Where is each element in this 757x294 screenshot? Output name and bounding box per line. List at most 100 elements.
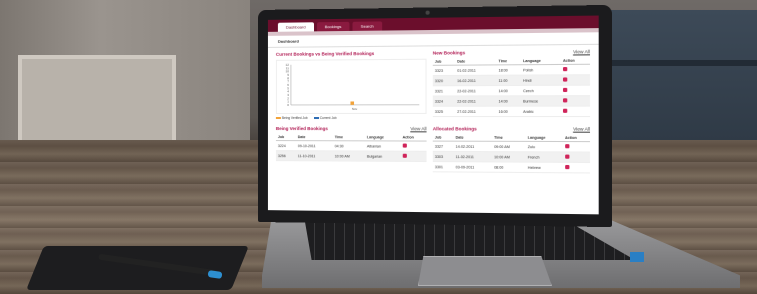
- cell-date: 14-02-2011: [453, 141, 492, 152]
- allocated-view-all-link[interactable]: View All: [573, 126, 590, 131]
- cell-job: 3256: [275, 150, 296, 161]
- table-row[interactable]: 3301 03-09-2011 08:00 Hebrew: [432, 161, 591, 173]
- windows-sticker: [630, 252, 644, 262]
- edit-icon[interactable]: [562, 87, 568, 93]
- cell-date: 22-02-2011: [455, 95, 497, 107]
- cell-job: 3301: [432, 161, 454, 172]
- edit-icon[interactable]: [562, 108, 568, 113]
- chart-legend: Being Verified Job Current Job: [275, 116, 427, 121]
- edit-icon[interactable]: [402, 153, 407, 158]
- table-row[interactable]: 3321 22-02-2011 14:00 Czech: [432, 85, 591, 97]
- chart-svg: 1211109876543210Nov: [286, 63, 430, 111]
- chart-title: Current Bookings vs Being Verified Booki…: [275, 50, 375, 57]
- col-action: Action: [560, 56, 591, 65]
- cell-language: Czech: [520, 85, 561, 96]
- cell-action: [562, 141, 591, 153]
- col-language: Language: [525, 133, 563, 142]
- cell-language: Polish: [520, 64, 561, 76]
- legend-swatch-verified: [275, 117, 281, 120]
- cell-language: Hindi: [520, 74, 561, 86]
- cell-job: 3303: [432, 151, 454, 162]
- being-verified-header: Being Verified Bookings View All: [276, 126, 427, 131]
- table-row[interactable]: 3325 27-02-2011 16:00 Arabic: [432, 106, 591, 117]
- col-action: Action: [400, 133, 427, 142]
- edit-icon[interactable]: [564, 164, 570, 170]
- being-verified-view-all-link[interactable]: View All: [410, 126, 426, 131]
- col-time: Time: [491, 133, 526, 142]
- cell-time: 11:00: [496, 75, 521, 86]
- col-job: Job: [432, 57, 456, 66]
- cell-language: Bulgarian: [364, 151, 401, 162]
- cell-time: 18:00: [496, 64, 521, 76]
- legend-label-current: Current Job: [319, 116, 337, 121]
- table-row[interactable]: 3320 16-02-2011 11:00 Hindi: [432, 74, 591, 86]
- table-row[interactable]: 3324 22-02-2011 14:00 Burmese: [432, 95, 591, 107]
- cell-job: 3325: [432, 106, 456, 117]
- edit-icon[interactable]: [562, 98, 568, 103]
- new-bookings-view-all-link[interactable]: View All: [573, 49, 590, 54]
- col-time: Time: [496, 56, 521, 65]
- col-date: Date: [453, 133, 492, 142]
- new-bookings-header: New Bookings View All: [433, 49, 590, 55]
- cell-action: [560, 74, 591, 86]
- table-row[interactable]: 3327 14-02-2011 09:00 AM Zulu: [432, 141, 591, 153]
- laptop-lid: Dashboard Bookings Search Dashboard Curr…: [258, 4, 612, 228]
- cell-action: [560, 85, 591, 96]
- col-job: Job: [275, 133, 296, 141]
- col-job: Job: [432, 133, 454, 142]
- cell-language: Zulu: [525, 141, 563, 152]
- cell-action: [400, 140, 427, 152]
- cell-date: 09-10-2011: [295, 140, 333, 151]
- cell-language: Albanian: [364, 140, 401, 152]
- legend-swatch-current: [313, 117, 319, 120]
- cell-time: 10:00 AM: [491, 151, 526, 163]
- cell-job: 3320: [432, 75, 456, 86]
- tab-dashboard[interactable]: Dashboard: [277, 22, 314, 32]
- being-verified-title: Being Verified Bookings: [275, 126, 328, 132]
- cell-action: [560, 95, 591, 107]
- cell-action: [400, 151, 427, 162]
- cell-job: 3321: [432, 85, 456, 97]
- allocated-title: Allocated Bookings: [432, 126, 477, 132]
- edit-icon[interactable]: [564, 154, 570, 159]
- cell-action: [560, 64, 591, 75]
- table-row[interactable]: 3224 09-10-2011 04:30 Albanian: [275, 140, 427, 152]
- cell-language: Arabic: [520, 106, 561, 117]
- cell-date: 01-02-2011: [455, 64, 497, 76]
- edit-icon[interactable]: [562, 67, 568, 72]
- cell-job: 3323: [432, 65, 456, 76]
- allocated-table: Job Date Time Language Action 3327 14-02…: [432, 133, 591, 173]
- col-time: Time: [332, 133, 365, 141]
- cell-language: French: [525, 151, 563, 163]
- chart-panel-title: Current Bookings vs Being Verified Booki…: [276, 51, 427, 57]
- x-tick-label: Nov: [352, 107, 358, 111]
- cell-time: 04:30: [332, 140, 365, 152]
- cell-time: 14:00: [496, 95, 521, 107]
- cell-time: 08:00: [491, 161, 526, 173]
- cell-date: 03-09-2011: [453, 161, 492, 173]
- legend-item-verified: Being Verified Job: [275, 116, 308, 120]
- cell-action: [560, 106, 591, 117]
- new-bookings-table: Job Date Time Language Action 3323 01-02…: [432, 56, 591, 117]
- being-verified-panel: Being Verified Bookings View All Job Dat…: [275, 126, 427, 172]
- laptop-screen: Dashboard Bookings Search Dashboard Curr…: [267, 15, 599, 215]
- being-verified-table: Job Date Time Language Action 3224 09-10…: [275, 133, 427, 162]
- cell-date: 11-10-2011: [295, 150, 333, 161]
- cell-action: [562, 151, 591, 163]
- edit-icon[interactable]: [562, 77, 568, 82]
- tab-search[interactable]: Search: [352, 21, 382, 31]
- col-date: Date: [295, 133, 333, 141]
- cell-job: 3224: [275, 140, 296, 151]
- table-row[interactable]: 3256 11-10-2011 10:00 AM Bulgarian: [275, 150, 427, 162]
- edit-icon[interactable]: [564, 144, 570, 149]
- laptop-touchpad: [418, 256, 552, 286]
- edit-icon[interactable]: [402, 143, 407, 148]
- photo-scene: Dashboard Bookings Search Dashboard Curr…: [0, 0, 757, 294]
- cell-job: 3327: [432, 141, 454, 152]
- tab-bookings[interactable]: Bookings: [316, 21, 350, 32]
- webcam-icon: [425, 10, 430, 15]
- bookings-chart: 12 11 10 9 8 7 6 5 4 3 2 1 0 Nov: [275, 58, 430, 114]
- cell-action: [562, 162, 591, 173]
- cell-time: 14:00: [496, 85, 521, 96]
- cell-date: 27-02-2011: [455, 106, 497, 117]
